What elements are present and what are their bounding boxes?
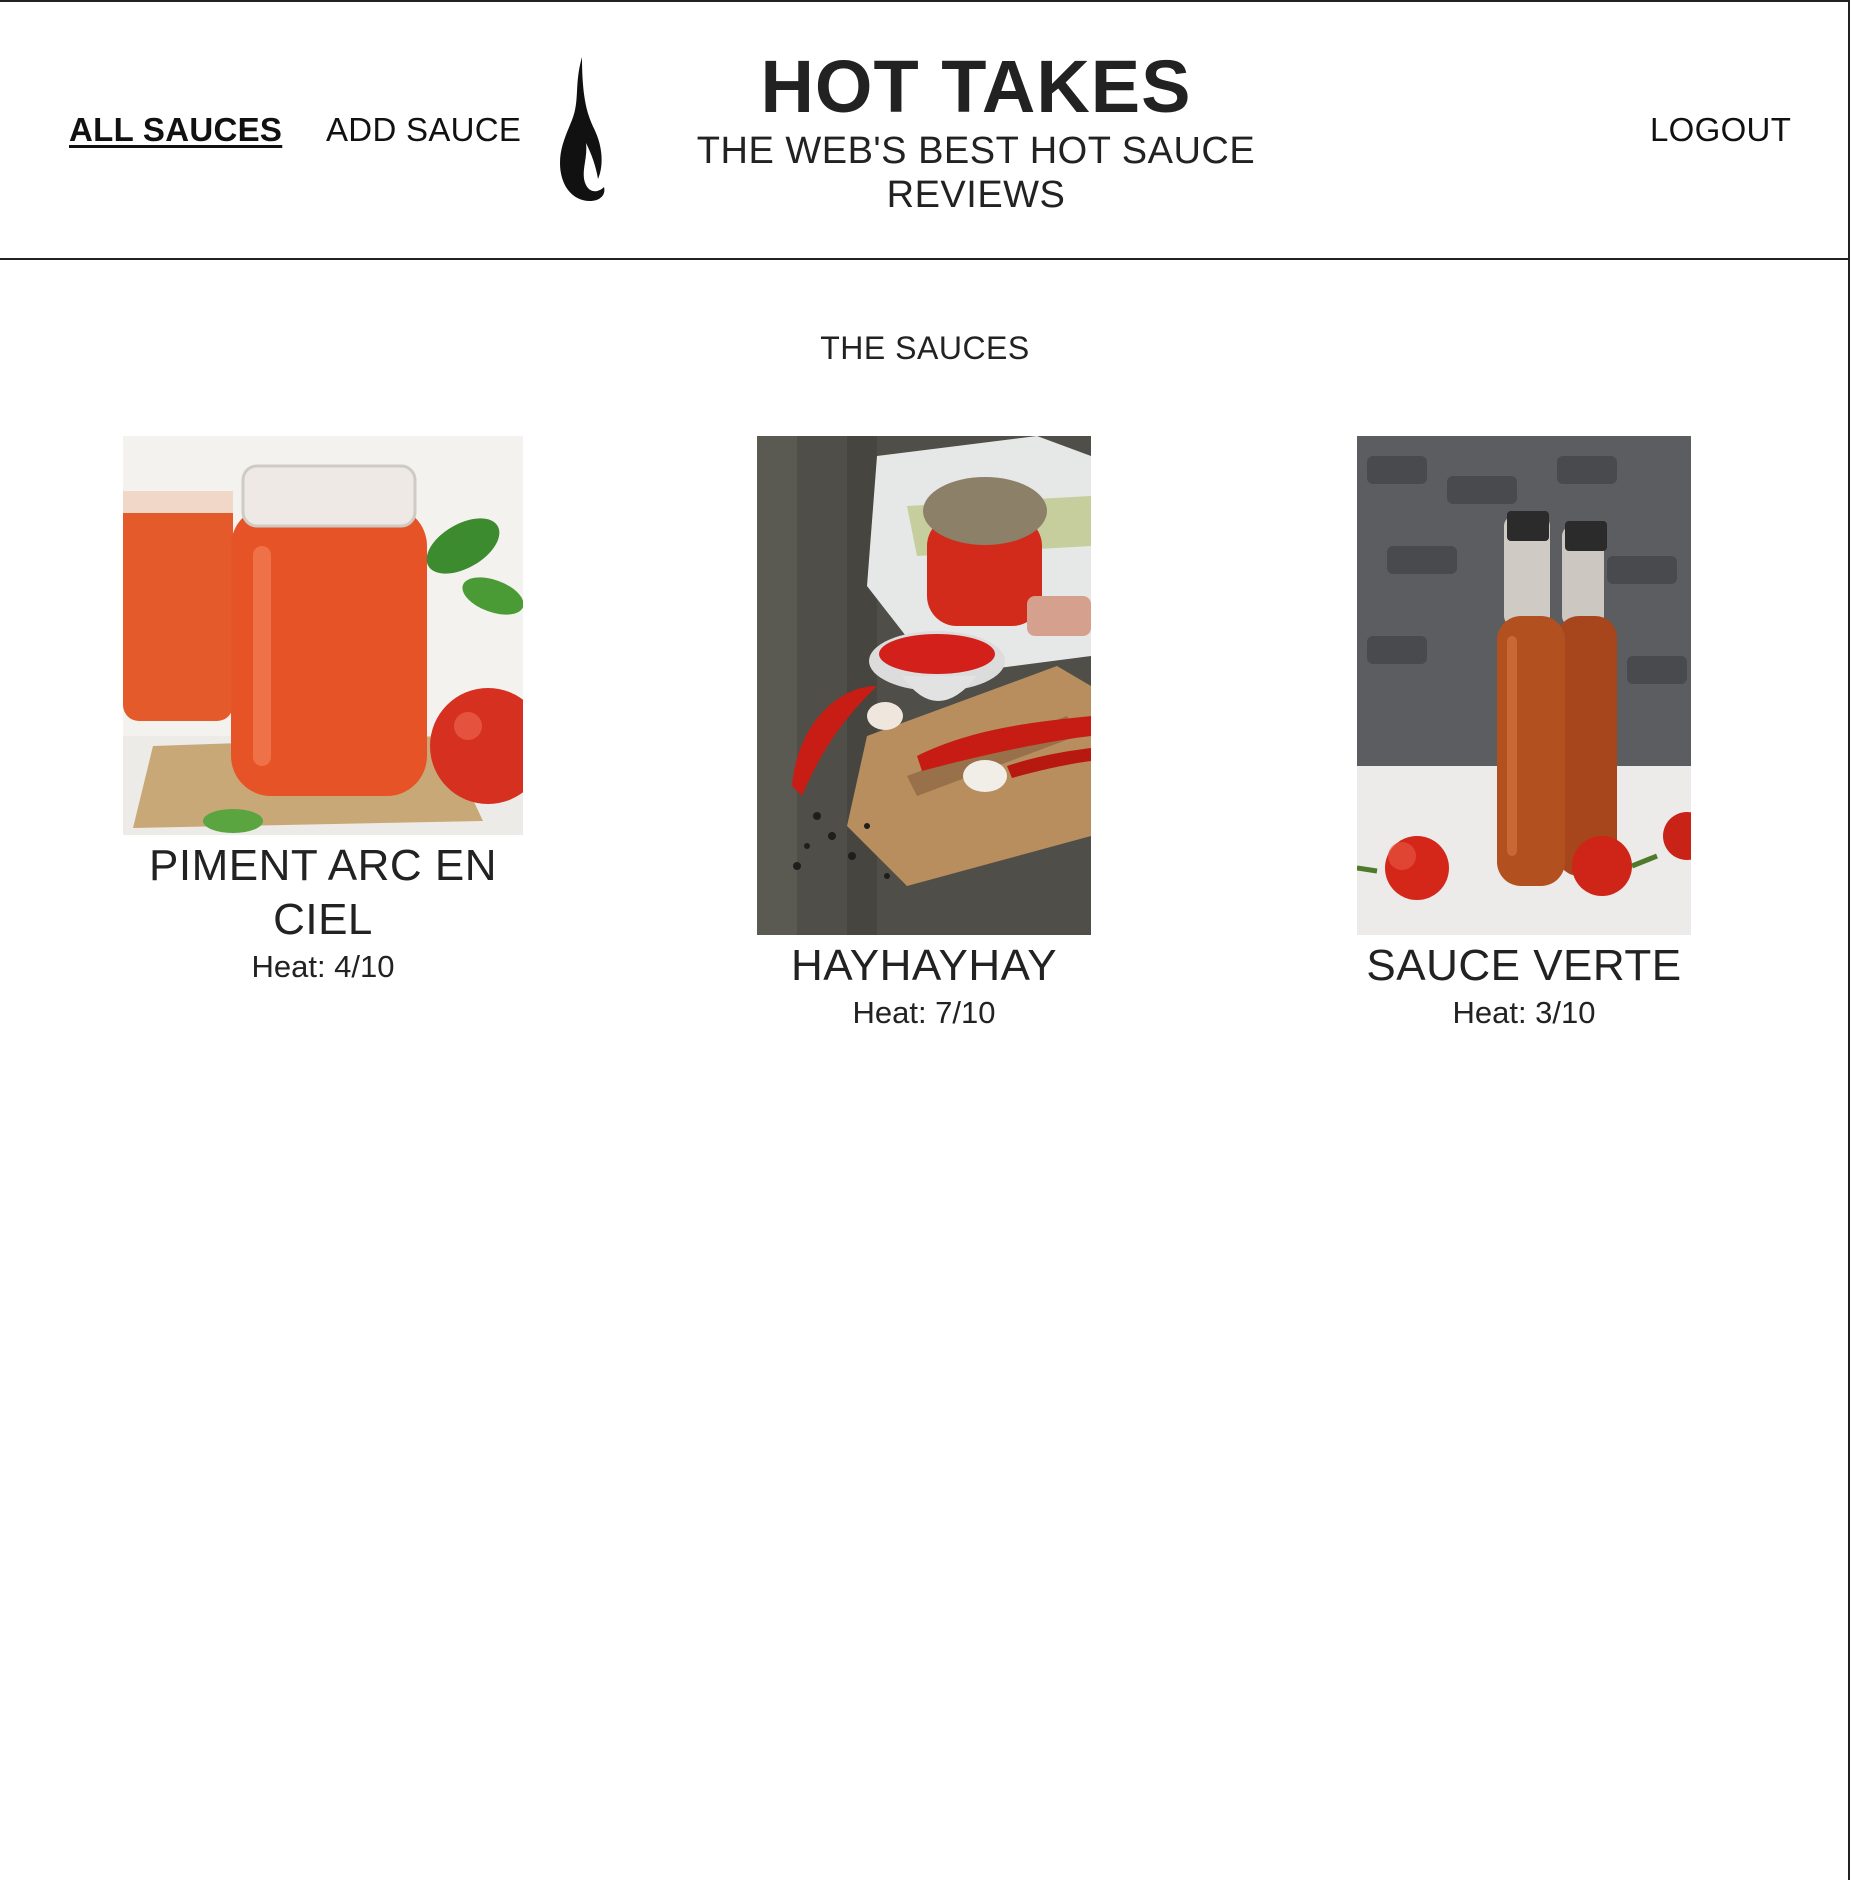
sauce-card[interactable]: HAYHAYHAY Heat: 7/10 [727, 436, 1121, 1033]
sauce-image[interactable] [123, 436, 523, 835]
sauce-image[interactable] [757, 436, 1091, 935]
flame-logo-icon [560, 57, 605, 201]
nav-add-sauce-link[interactable]: ADD SAUCE [326, 110, 521, 150]
brand: HOT TAKES THE WEB'S BEST HOT SAUCE REVIE… [690, 45, 1262, 217]
sauce-name: PIMENT ARC EN CIEL [149, 841, 497, 944]
site-subtitle: THE WEB'S BEST HOT SAUCE REVIEWS [696, 130, 1256, 216]
section-title: THE SAUCES [820, 330, 1030, 366]
sauce-card[interactable]: PIMENT ARC EN CIEL Heat: 4/10 [123, 436, 523, 987]
site-header: ALL SAUCES ADD SAUCE HOT TAKES THE WEB'S… [0, 0, 1850, 260]
sauce-heat: Heat: 7/10 [852, 995, 996, 1030]
nav-all-sauces-link[interactable]: ALL SAUCES [69, 110, 282, 150]
sauce-card[interactable]: SAUCE VERTE Heat: 3/10 [1324, 436, 1724, 1033]
sauce-name: HAYHAYHAY [790, 941, 1058, 990]
sauce-heat: Heat: 4/10 [251, 949, 395, 984]
sauce-heat: Heat: 3/10 [1452, 995, 1596, 1030]
sauce-name: SAUCE VERTE [1366, 941, 1682, 990]
logout-link[interactable]: LOGOUT [1650, 110, 1791, 150]
site-title[interactable]: HOT TAKES [690, 45, 1262, 129]
sauce-image[interactable] [1357, 436, 1691, 935]
